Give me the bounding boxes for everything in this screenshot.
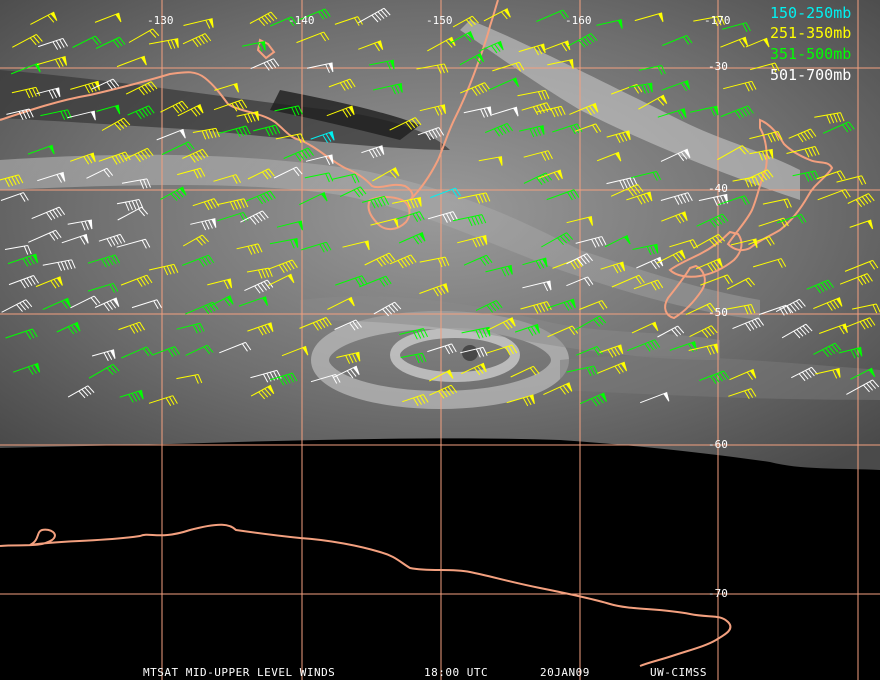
satellite-wind-map: -130 -140 -150 -160 -170 -30 -40 -50 -60…: [0, 0, 880, 680]
footer-time: 18:00 UTC: [424, 666, 488, 679]
lat-label-50: -50: [708, 306, 728, 319]
footer-source: UW-CIMSS: [650, 666, 707, 679]
footer-date: 20JAN09: [540, 666, 590, 679]
footer-product: MTSAT MID-UPPER LEVEL WINDS: [143, 666, 335, 679]
lon-label-140: -140: [288, 14, 315, 27]
legend-501-700: 501-700mb: [770, 66, 851, 84]
legend-251-350: 251-350mb: [770, 24, 851, 42]
antarctica-coastline: [0, 523, 732, 667]
lat-label-30: -30: [708, 60, 728, 73]
lon-label-150: -150: [426, 14, 453, 27]
footer-caption: MTSAT MID-UPPER LEVEL WINDS 18:00 UTC 20…: [143, 666, 707, 679]
lon-label-160: -160: [565, 14, 592, 27]
lat-label-70: -70: [708, 587, 728, 600]
legend-351-500: 351-500mb: [770, 45, 851, 63]
map-canvas: -130 -140 -150 -160 -170 -30 -40 -50 -60…: [0, 0, 880, 680]
lat-label-60: -60: [708, 438, 728, 451]
legend-150-250: 150-250mb: [770, 4, 851, 22]
lat-label-40: -40: [708, 182, 728, 195]
lon-label-170: -170: [704, 14, 731, 27]
lon-label-130: -130: [147, 14, 174, 27]
